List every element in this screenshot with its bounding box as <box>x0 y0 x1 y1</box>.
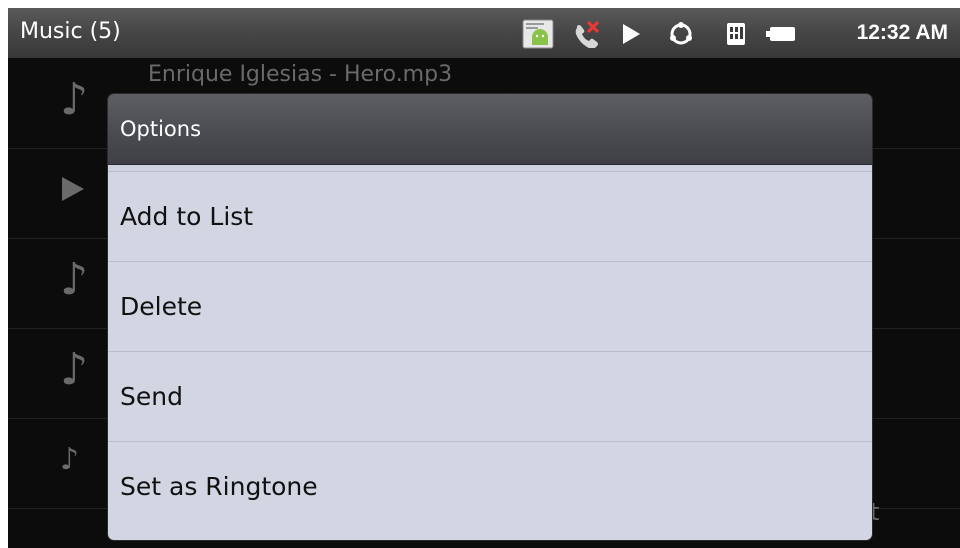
dialog-header: Options <box>108 94 872 165</box>
dialog-title: Options <box>120 117 202 141</box>
app-title: Music (5) <box>20 19 121 44</box>
menu-item-add-to-list[interactable]: Add to List <box>108 171 872 261</box>
sync-icon <box>666 21 696 47</box>
music-note-icon: ♪ <box>60 442 80 477</box>
song-title: Enrique Iglesias - Hero.mp3 <box>148 62 453 87</box>
menu-item-label: Delete <box>120 292 203 321</box>
music-note-icon: ♪ <box>60 74 89 125</box>
status-bar: Music (5) 12:32 AM <box>8 8 960 58</box>
music-note-icon: ♪ <box>60 344 89 395</box>
sd-card-icon <box>724 21 748 47</box>
battery-icon <box>766 21 796 47</box>
play-icon <box>618 21 644 47</box>
options-dialog: Options Add to List Delete Send Set as R… <box>108 94 872 540</box>
menu-item-set-as-ringtone[interactable]: Set as Ringtone <box>108 441 872 531</box>
play-icon <box>60 160 96 220</box>
menu-item-label: Send <box>120 382 183 411</box>
android-notification-icon[interactable] <box>522 19 554 49</box>
menu-item-label: Set as Ringtone <box>120 472 318 501</box>
menu-item-send[interactable]: Send <box>108 351 872 441</box>
music-note-icon: ♪ <box>60 254 89 305</box>
menu-item-label: Add to List <box>120 202 254 231</box>
phone-screen: Music (5) 12:32 AM ♪ Enrique Iglesias - … <box>8 8 960 548</box>
clock: 12:32 AM <box>856 21 948 44</box>
missed-call-icon[interactable] <box>572 21 602 48</box>
dialog-menu: Add to List Delete Send Set as Ringtone <box>108 165 872 540</box>
menu-item-delete[interactable]: Delete <box>108 261 872 351</box>
